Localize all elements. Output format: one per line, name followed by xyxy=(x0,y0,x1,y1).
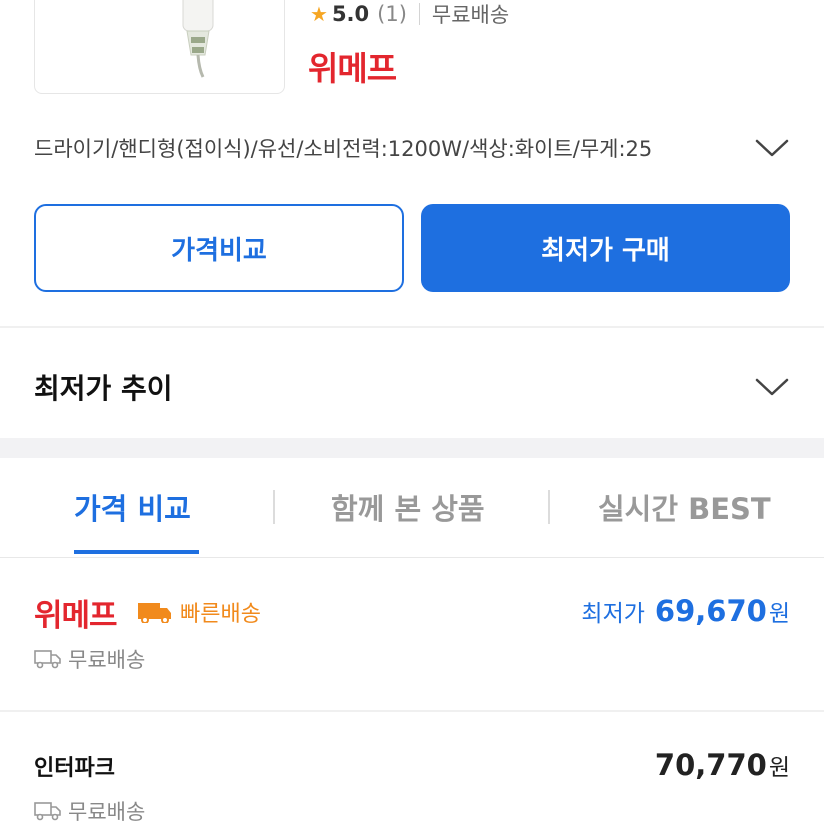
lowest-price: 최저가 69,670 원 xyxy=(581,594,790,628)
price-unit: 원 xyxy=(768,755,790,781)
star-icon: ★ xyxy=(310,2,328,26)
shipping-info: 무료배송 xyxy=(34,644,145,674)
hair-dryer-image xyxy=(182,0,214,78)
chevron-down-icon[interactable] xyxy=(754,369,790,405)
active-tab-indicator xyxy=(74,550,199,554)
delivery-truck-icon xyxy=(34,650,61,669)
tab-price-compare[interactable]: 가격 비교 xyxy=(74,486,191,528)
spec-summary[interactable]: 드라이기/핸디형(접이식)/유선/소비전력:1200W/색상:화이트/무게:25 xyxy=(34,130,790,166)
price-value: 69,670 xyxy=(654,594,767,628)
shipping-label: 무료배송 xyxy=(431,3,510,27)
lowest-price-buy-button[interactable]: 최저가 구매 xyxy=(421,204,790,292)
spec-text: 드라이기/핸디형(접이식)/유선/소비전력:1200W/색상:화이트/무게:25 xyxy=(34,137,653,161)
seller-row[interactable]: 위메프 빠른배송 무료배송 최저가 69,670 원 xyxy=(0,558,824,710)
brand-logo[interactable]: 위메프 xyxy=(308,42,397,90)
shipping-info: 무료배송 xyxy=(34,796,145,824)
price-compare-button[interactable]: 가격비교 xyxy=(34,204,404,292)
tab-divider xyxy=(548,490,550,524)
product-thumbnail[interactable] xyxy=(34,0,285,94)
divider xyxy=(418,3,420,25)
seller-row[interactable]: 인터파크 무료배송 70,770 원 xyxy=(0,712,824,824)
rating-row: ★ 5.0 (1) 무료배송 xyxy=(310,0,509,28)
tab-realtime-best[interactable]: 실시간 BEST xyxy=(598,486,771,528)
shipping-label: 무료배송 xyxy=(68,800,146,824)
section-divider xyxy=(0,438,824,458)
seller-logo: 위메프 xyxy=(34,598,118,634)
fast-delivery-label: 빠른배송 xyxy=(180,602,261,627)
tab-bar: 가격 비교 함께 본 상품 실시간 BEST xyxy=(0,458,824,558)
tab-divider xyxy=(273,490,275,524)
lowest-price-label: 최저가 xyxy=(581,601,645,627)
fast-delivery-badge: 빠른배송 xyxy=(138,596,261,628)
tab-viewed-together[interactable]: 함께 본 상품 xyxy=(331,486,485,528)
price-trend-title: 최저가 추이 xyxy=(34,372,173,405)
delivery-truck-icon xyxy=(34,802,61,821)
price-value: 70,770 xyxy=(654,748,767,782)
divider xyxy=(0,326,824,328)
price-unit: 원 xyxy=(768,601,790,627)
chevron-down-icon[interactable] xyxy=(754,130,790,166)
price-trend-toggle[interactable]: 최저가 추이 xyxy=(34,362,790,412)
rating-count[interactable]: (1) xyxy=(377,2,407,26)
truck-icon xyxy=(138,603,171,623)
seller-name: 인터파크 xyxy=(34,756,115,781)
rating-value: 5.0 xyxy=(331,2,370,26)
seller-price: 70,770 원 xyxy=(655,748,790,782)
shipping-label: 무료배송 xyxy=(68,648,146,672)
